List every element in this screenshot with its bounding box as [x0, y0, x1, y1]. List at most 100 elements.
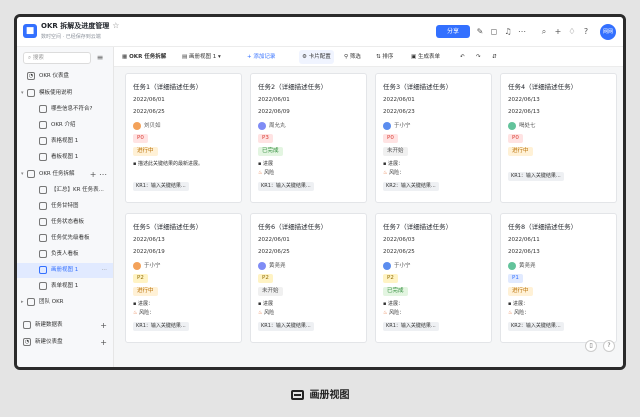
more-icon[interactable]: ⋯ — [102, 263, 108, 278]
table-name[interactable]: ▦ OKR 任务拆解 — [122, 47, 166, 67]
sort-order-icon[interactable]: ⇵ — [492, 47, 497, 67]
card-progress: ▪ 进展： — [383, 301, 403, 307]
card-start-date: 2022/06/01 — [133, 97, 165, 103]
search-icon[interactable]: ⌕ — [538, 25, 550, 38]
app-window: ■ OKR 拆解及进度管理 ☆ 数时空间 · 已经保存到云端 分享 ✎ ◻ ♫ ⋯… — [14, 14, 626, 370]
card-progress: ▪ 进展 — [258, 301, 273, 307]
sidebar-item-guide[interactable]: ▾ 模板使用说明 — [17, 86, 113, 101]
card-owner: 于小宁 — [383, 121, 411, 130]
sidebar-item-gallery-view[interactable]: 画册视图 1 ⋯ — [17, 263, 113, 278]
sidebar-item-faq[interactable]: 哪些信息不符合? — [17, 102, 113, 117]
card-title: 任务3（详细描述任务） — [383, 83, 453, 91]
card-title: 任务8（详细描述任务） — [508, 223, 578, 231]
bulb-icon[interactable]: ♢ — [566, 25, 578, 38]
sidebar-item-kanban-view[interactable]: 看板视图 1 — [17, 150, 113, 165]
sidebar-collapse-icon[interactable]: ≡ — [94, 52, 106, 64]
sidebar-new-dashboard[interactable]: ◔ 新建仪表盘 + — [17, 335, 113, 350]
card-owner: 黄尧尧 — [508, 261, 536, 270]
sidebar-item-okr-tasks[interactable]: ▾ OKR 任务拆解 + ⋯ — [17, 167, 113, 182]
view-toolbar: ▦ OKR 任务拆解 ▤ 画册视图 1 ▾ + 添加记录 ⚙ 卡片配置 ⚲ 筛选… — [114, 47, 623, 67]
gallery-card[interactable]: 任务3（详细描述任务） 2022/06/01 2022/06/23 于小宁 P0 未开始 ▪… — [375, 73, 492, 203]
filter-button[interactable]: ⚲ 筛选 — [344, 47, 361, 67]
card-end-date: 2022/06/19 — [133, 249, 165, 255]
card-title: 任务6（详细描述任务） — [258, 223, 328, 231]
search-input[interactable]: ⌕ 搜索 — [23, 52, 91, 64]
gallery-card[interactable]: 任务6（详细描述任务） 2022/06/01 2022/06/25 黄尧尧 P2 未开始 ▪… — [250, 213, 367, 343]
card-progress: ▪ 进展： — [383, 161, 403, 167]
add-record-button[interactable]: + 添加记录 — [247, 47, 275, 67]
card-owner: 喝处七 — [508, 121, 536, 130]
sidebar-item-kr-summary[interactable]: 【汇总】KR 任务表... — [17, 183, 113, 198]
priority-badge: P0 — [508, 134, 523, 143]
table-icon — [23, 320, 31, 329]
folder-icon — [27, 88, 35, 97]
generate-form-button[interactable]: ▣ 生成表单 — [411, 47, 440, 67]
avatar — [508, 261, 516, 270]
gallery-card[interactable]: 任务7（详细描述任务） 2022/06/03 2022/06/25 于小宁 P2 已完成 ▪… — [375, 213, 492, 343]
help-icon[interactable]: ? — [580, 25, 592, 38]
card-start-date: 2022/06/01 — [383, 97, 415, 103]
avatar — [133, 121, 141, 130]
status-badge: 已完成 — [383, 287, 408, 296]
bell-icon[interactable]: ♫ — [502, 25, 514, 38]
sidebar-item-owner-board[interactable]: 负责人看板 — [17, 247, 113, 262]
plus-icon[interactable]: + — [552, 25, 564, 38]
folder-icon — [27, 297, 35, 306]
status-badge: 已完成 — [258, 147, 283, 156]
doc-shortcut-icon[interactable]: ▯ — [585, 340, 597, 352]
gantt-icon — [39, 201, 47, 210]
sidebar-item-status-board[interactable]: 任务状态看板 — [17, 215, 113, 230]
avatar — [383, 261, 391, 270]
card-title: 任务5（详细描述任务） — [133, 223, 203, 231]
plus-icon[interactable]: + — [100, 318, 107, 333]
gallery-card[interactable]: 任务8（详细描述任务） 2022/06/11 2022/06/13 黄尧尧 P1 进行中 ▪… — [500, 213, 617, 343]
card-kr: KR1：输入关键结果... — [133, 322, 189, 331]
doc-subtitle: 数时空间 · 已经保存到云端 — [41, 34, 101, 40]
gallery-card[interactable]: 任务5（详细描述任务） 2022/06/13 2022/06/19 于小宁 P2 进行中 ▪… — [125, 213, 242, 343]
doc-title[interactable]: OKR 拆解及进度管理 ☆ — [41, 21, 119, 31]
card-title: 任务4（详细描述任务） — [508, 83, 578, 91]
chat-icon[interactable]: ◻ — [488, 25, 500, 38]
sidebar-item-form-view[interactable]: 表单视图 1 — [17, 279, 113, 294]
card-start-date: 2022/06/01 — [258, 97, 290, 103]
redo-icon[interactable]: ↷ — [476, 47, 481, 67]
status-badge: 进行中 — [508, 147, 533, 156]
sidebar: ⌕ 搜索 ≡ ◔ OKR 仪表盘 ▾ 模板使用说明 哪些信息不符合? OKR 介绍 … — [17, 47, 114, 367]
avatar — [258, 121, 266, 130]
top-bar: ■ OKR 拆解及进度管理 ☆ 数时空间 · 已经保存到云端 分享 ✎ ◻ ♫ ⋯… — [17, 17, 623, 47]
add-view-plus-icon[interactable]: + ⋯ — [90, 167, 107, 182]
sidebar-new-table[interactable]: 新建数据表 + — [17, 318, 113, 333]
gallery-card[interactable]: 任务4（详细描述任务） 2022/06/13 2022/06/13 喝处七 P0 进行中 K… — [500, 73, 617, 203]
sidebar-item-gantt[interactable]: 任务甘特图 — [17, 199, 113, 214]
gallery-card[interactable]: 任务2（详细描述任务） 2022/06/01 2022/06/09 周允丸 P3 已完成 ▪… — [250, 73, 367, 203]
priority-badge: P2 — [133, 274, 148, 283]
share-button[interactable]: 分享 — [436, 25, 470, 38]
undo-icon[interactable]: ↶ — [460, 47, 465, 67]
status-badge: 未开始 — [383, 147, 408, 156]
grid-icon — [39, 136, 47, 145]
edit-icon[interactable]: ✎ — [474, 25, 486, 38]
sort-button[interactable]: ⇅ 排序 — [376, 47, 393, 67]
sidebar-item-dashboard[interactable]: ◔ OKR 仪表盘 — [17, 69, 113, 84]
plus-icon[interactable]: + — [100, 335, 107, 350]
sidebar-item-priority-board[interactable]: 任务优先级看板 — [17, 231, 113, 246]
card-config-button[interactable]: ⚙ 卡片配置 — [299, 50, 334, 64]
more-icon[interactable]: ⋯ — [516, 25, 528, 38]
help-icon[interactable]: ? — [603, 340, 615, 352]
card-end-date: 2022/06/25 — [133, 109, 165, 115]
gallery-card[interactable]: 任务1（详细描述任务） 2022/06/01 2022/06/25 刘贝如 P0 进行中 ▪… — [125, 73, 242, 203]
avatar[interactable]: 网网 — [600, 24, 616, 40]
sidebar-item-grid-view[interactable]: 表格视图 1 — [17, 134, 113, 149]
sidebar-item-team-okr[interactable]: ▸ 团队 OKR — [17, 295, 113, 310]
card-kr: KR1：输入关键结果... — [258, 322, 314, 331]
priority-badge: P0 — [133, 134, 148, 143]
sidebar-item-okr-intro[interactable]: OKR 介绍 — [17, 118, 113, 133]
view-switcher[interactable]: ▤ 画册视图 1 ▾ — [182, 47, 221, 67]
star-icon[interactable]: ☆ — [112, 21, 119, 30]
priority-badge: P0 — [383, 134, 398, 143]
priority-badge: P2 — [383, 274, 398, 283]
card-start-date: 2022/06/01 — [258, 237, 290, 243]
kanban-icon — [39, 217, 47, 226]
card-end-date: 2022/06/23 — [383, 109, 415, 115]
card-start-date: 2022/06/13 — [133, 237, 165, 243]
